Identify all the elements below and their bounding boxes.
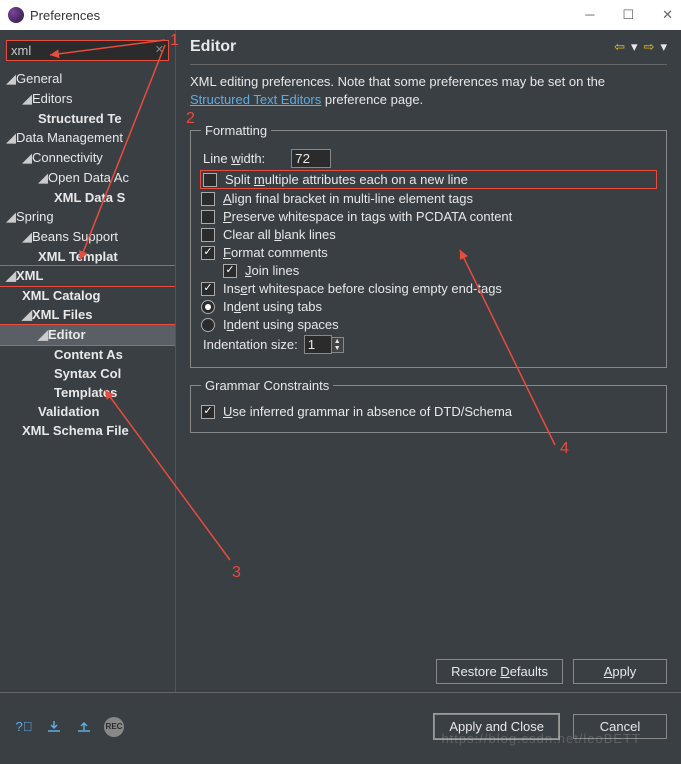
join-lines-row[interactable]: Join lines bbox=[201, 263, 656, 278]
insert-ws-row[interactable]: Insert whitespace before closing empty e… bbox=[201, 281, 656, 296]
tree-item-general[interactable]: ◢General bbox=[0, 69, 175, 89]
tree-item-editors[interactable]: ◢Editors bbox=[0, 89, 175, 109]
format-comments-label: Format comments bbox=[223, 245, 328, 260]
indent-spaces-label: Indent using spaces bbox=[223, 317, 339, 332]
join-lines-label: Join lines bbox=[245, 263, 299, 278]
preference-tree: ◢General ◢Editors Structured Te ◢Data Ma… bbox=[0, 67, 175, 442]
tree-item-templates[interactable]: Templates bbox=[0, 383, 175, 402]
eclipse-icon bbox=[8, 7, 24, 23]
footer-icons: ?⃝ REC bbox=[14, 717, 124, 737]
back-dropdown-icon[interactable]: ▾ bbox=[631, 39, 638, 55]
forward-icon[interactable]: ⇨ bbox=[644, 39, 655, 55]
restore-defaults-button[interactable]: Restore Defaults bbox=[436, 659, 563, 684]
tree-item-data-management[interactable]: ◢Data Management bbox=[0, 128, 175, 148]
apply-button[interactable]: Apply bbox=[573, 659, 667, 684]
join-lines-checkbox[interactable] bbox=[223, 264, 237, 278]
split-attributes-label: Split multiple attributes each on a new … bbox=[225, 172, 468, 187]
forward-dropdown-icon[interactable]: ▾ bbox=[660, 39, 667, 55]
indent-spaces-radio[interactable] bbox=[201, 318, 215, 332]
nav-arrows: ⇦ ▾ ⇨ ▾ bbox=[614, 39, 667, 55]
main-panel: Editor ⇦ ▾ ⇨ ▾ XML editing preferences. … bbox=[176, 30, 681, 692]
spinner-up-icon[interactable]: ▲ bbox=[332, 338, 343, 345]
back-icon[interactable]: ⇦ bbox=[614, 39, 625, 55]
page-title: Editor bbox=[190, 38, 236, 56]
tree-item-xml[interactable]: ◢XML bbox=[0, 266, 175, 286]
export-icon[interactable] bbox=[74, 717, 94, 737]
filter-box: ✕ bbox=[6, 40, 169, 61]
line-width-label: Line width: bbox=[203, 151, 265, 166]
align-bracket-checkbox[interactable] bbox=[201, 192, 215, 206]
page-header: Editor ⇦ ▾ ⇨ ▾ bbox=[190, 38, 667, 65]
tree-item-xml-schema[interactable]: XML Schema File bbox=[0, 421, 175, 440]
page-button-bar: Restore Defaults Apply bbox=[190, 649, 667, 684]
clear-blank-checkbox[interactable] bbox=[201, 228, 215, 242]
tree-item-xml-catalog[interactable]: XML Catalog bbox=[0, 286, 175, 305]
insert-ws-label: Insert whitespace before closing empty e… bbox=[223, 281, 502, 296]
minimize-button[interactable]: ─ bbox=[585, 7, 594, 23]
align-bracket-row[interactable]: Align final bracket in multi-line elemen… bbox=[201, 191, 656, 206]
intro-text: XML editing preferences. Note that some … bbox=[190, 73, 667, 109]
tree-item-xml-files[interactable]: ◢XML Files bbox=[0, 305, 175, 325]
indent-size-row: Indentation size: ▲▼ bbox=[201, 335, 656, 354]
rec-icon[interactable]: REC bbox=[104, 717, 124, 737]
watermark: https://blog.csdn.net/leoBETT bbox=[441, 731, 641, 746]
indent-spaces-row[interactable]: Indent using spaces bbox=[201, 317, 656, 332]
tree-item-validation[interactable]: Validation bbox=[0, 402, 175, 421]
grammar-legend: Grammar Constraints bbox=[201, 378, 333, 393]
tree-item-connectivity[interactable]: ◢Connectivity bbox=[0, 148, 175, 168]
split-attributes-checkbox[interactable] bbox=[203, 173, 217, 187]
window-title: Preferences bbox=[30, 8, 100, 23]
line-width-input[interactable] bbox=[291, 149, 331, 168]
formatting-group: Formatting Line width: Split multiple at… bbox=[190, 123, 667, 368]
tree-item-syntax-coloring[interactable]: Syntax Col bbox=[0, 364, 175, 383]
indent-size-label: Indentation size: bbox=[203, 337, 298, 352]
insert-ws-checkbox[interactable] bbox=[201, 282, 215, 296]
indent-size-input[interactable] bbox=[304, 335, 332, 354]
use-inferred-label: Use inferred grammar in absence of DTD/S… bbox=[223, 404, 512, 419]
titlebar: Preferences ─ ☐ ✕ bbox=[0, 0, 681, 30]
preserve-ws-row[interactable]: Preserve whitespace in tags with PCDATA … bbox=[201, 209, 656, 224]
indent-tabs-radio[interactable] bbox=[201, 300, 215, 314]
maximize-button[interactable]: ☐ bbox=[622, 7, 634, 23]
clear-filter-icon[interactable]: ✕ bbox=[155, 43, 164, 56]
tree-item-beans[interactable]: ◢Beans Support bbox=[0, 227, 175, 247]
tree-item-xml-data[interactable]: XML Data S bbox=[0, 188, 175, 207]
line-width-row: Line width: bbox=[201, 149, 656, 168]
tree-item-open-data[interactable]: ◢Open Data Ac bbox=[0, 168, 175, 188]
format-comments-row[interactable]: Format comments bbox=[201, 245, 656, 260]
clear-blank-row[interactable]: Clear all blank lines bbox=[201, 227, 656, 242]
use-inferred-checkbox[interactable] bbox=[201, 405, 215, 419]
indent-tabs-label: Indent using tabs bbox=[223, 299, 322, 314]
spinner-down-icon[interactable]: ▼ bbox=[332, 345, 343, 352]
tree-item-editor[interactable]: ◢Editor bbox=[0, 325, 175, 345]
formatting-legend: Formatting bbox=[201, 123, 271, 138]
preserve-ws-label: Preserve whitespace in tags with PCDATA … bbox=[223, 209, 512, 224]
clear-blank-label: Clear all blank lines bbox=[223, 227, 336, 242]
indent-size-spinner[interactable]: ▲▼ bbox=[304, 335, 344, 354]
dialog-footer: ?⃝ REC Apply and Close Cancel bbox=[0, 692, 681, 760]
content-area: ✕ ◢General ◢Editors Structured Te ◢Data … bbox=[0, 30, 681, 692]
preserve-ws-checkbox[interactable] bbox=[201, 210, 215, 224]
import-icon[interactable] bbox=[44, 717, 64, 737]
structured-editors-link[interactable]: Structured Text Editors bbox=[190, 92, 321, 107]
split-attributes-row[interactable]: Split multiple attributes each on a new … bbox=[201, 171, 656, 188]
close-button[interactable]: ✕ bbox=[662, 7, 673, 23]
use-inferred-row[interactable]: Use inferred grammar in absence of DTD/S… bbox=[201, 404, 656, 419]
tree-item-content-assist[interactable]: Content As bbox=[0, 345, 175, 364]
window-controls: ─ ☐ ✕ bbox=[585, 7, 673, 23]
tree-item-spring[interactable]: ◢Spring bbox=[0, 207, 175, 227]
align-bracket-label: Align final bracket in multi-line elemen… bbox=[223, 191, 473, 206]
grammar-group: Grammar Constraints Use inferred grammar… bbox=[190, 378, 667, 433]
tree-item-xml-templat[interactable]: XML Templat bbox=[0, 247, 175, 266]
filter-input[interactable] bbox=[7, 41, 168, 60]
help-icon[interactable]: ?⃝ bbox=[14, 717, 34, 737]
sidebar: ✕ ◢General ◢Editors Structured Te ◢Data … bbox=[0, 30, 176, 692]
indent-tabs-row[interactable]: Indent using tabs bbox=[201, 299, 656, 314]
tree-item-structured[interactable]: Structured Te bbox=[0, 109, 175, 128]
format-comments-checkbox[interactable] bbox=[201, 246, 215, 260]
